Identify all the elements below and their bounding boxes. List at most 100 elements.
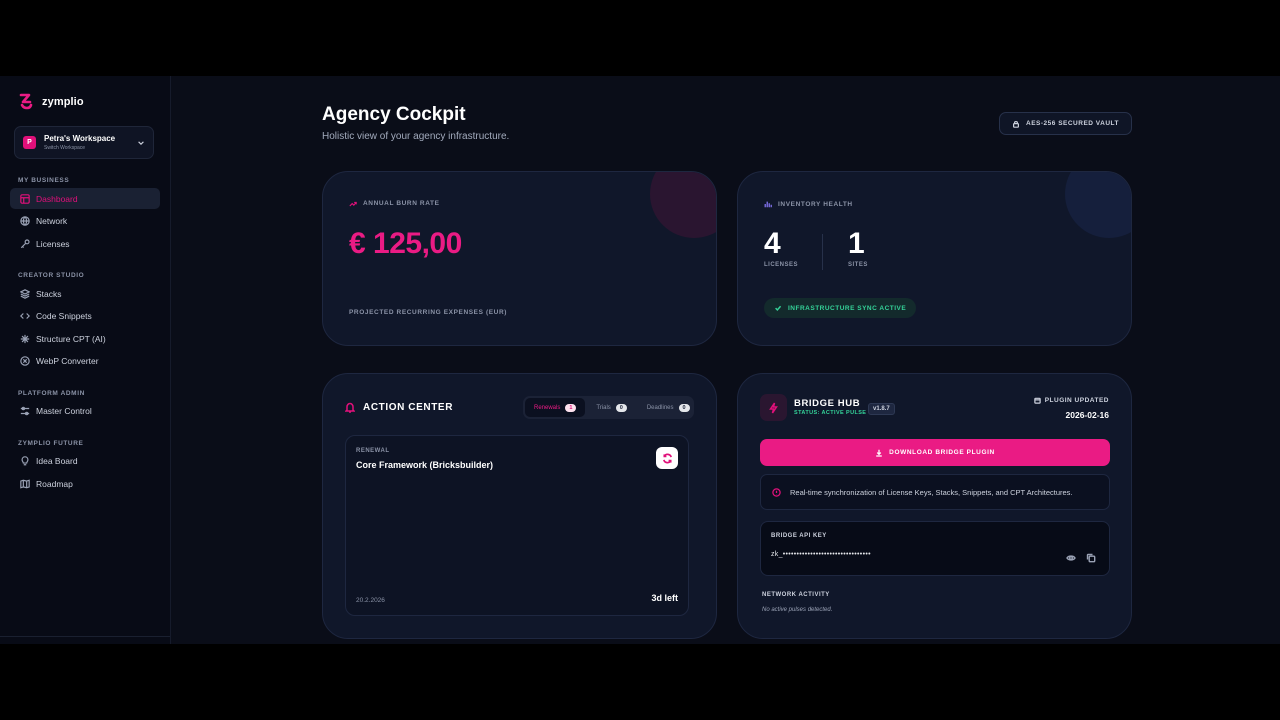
network-activity-label: NETWORK ACTIVITY bbox=[762, 592, 830, 598]
renewal-type: RENEWAL bbox=[356, 448, 390, 454]
sidebar-item-label: Licenses bbox=[36, 238, 70, 249]
inventory-header: INVENTORY HEALTH bbox=[764, 200, 853, 208]
renewal-date: 20.2.2026 bbox=[356, 597, 385, 604]
renew-button[interactable] bbox=[656, 447, 678, 469]
bridge-hub-card: BRIDGE HUB STATUS: ACTIVE PULSE v1.8.7 P… bbox=[737, 373, 1132, 639]
plugin-updated-text: PLUGIN UPDATED bbox=[1044, 397, 1109, 404]
download-label: DOWNLOAD BRIDGE PLUGIN bbox=[889, 449, 995, 456]
sidebar-item-label: Code Snippets bbox=[36, 311, 92, 321]
plugin-updated-label: PLUGIN UPDATED bbox=[1033, 397, 1109, 404]
sidebar-item-label: WebP Converter bbox=[36, 356, 99, 366]
renewal-name: Core Framework (Bricksbuilder) bbox=[356, 460, 494, 470]
sidebar-item-dashboard[interactable]: Dashboard bbox=[10, 188, 160, 209]
zymplio-logo-icon bbox=[19, 93, 33, 110]
sidebar-item-structure-cpt[interactable]: Structure CPT (AI) bbox=[10, 328, 160, 349]
trending-up-icon bbox=[349, 201, 357, 206]
calendar-icon bbox=[1033, 397, 1041, 404]
lock-icon bbox=[1013, 120, 1020, 128]
layers-icon bbox=[20, 288, 30, 299]
burn-rate-label: ANNUAL BURN RATE bbox=[363, 200, 440, 207]
download-bridge-plugin-button[interactable]: DOWNLOAD BRIDGE PLUGIN bbox=[760, 439, 1110, 466]
card-decoration bbox=[1065, 172, 1131, 238]
bar-chart-icon bbox=[764, 201, 772, 208]
copy-key-button[interactable] bbox=[1086, 550, 1096, 563]
api-key-value[interactable]: zk_•••••••••••••••••••••••••••••••• bbox=[771, 551, 871, 558]
sidebar-item-label: Network bbox=[36, 216, 68, 226]
sidebar-footer-divider bbox=[0, 636, 170, 637]
renewal-remaining: 3d left bbox=[651, 593, 678, 603]
sidebar-item-webp-converter[interactable]: WebP Converter bbox=[10, 351, 160, 372]
sidebar-item-roadmap[interactable]: Roadmap bbox=[10, 473, 160, 494]
sidebar-item-licenses[interactable]: Licenses bbox=[10, 233, 160, 254]
action-tabs: Renewals 1 Trials 0 Deadlines 0 bbox=[523, 396, 694, 419]
api-key-label: BRIDGE API KEY bbox=[771, 533, 827, 539]
sidebar-item-master-control[interactable]: Master Control bbox=[10, 401, 160, 422]
sidebar-item-label: Master Control bbox=[36, 406, 92, 416]
workspace-switcher[interactable]: P Petra's Workspace Switch Workspace bbox=[14, 126, 154, 159]
burn-rate-header: ANNUAL BURN RATE bbox=[349, 200, 440, 207]
code-icon bbox=[20, 313, 30, 319]
vault-label: AES-256 SECURED VAULT bbox=[1026, 120, 1119, 127]
sidebar-item-label: Structure CPT (AI) bbox=[36, 333, 106, 344]
workspace-avatar: P bbox=[23, 136, 36, 149]
stat-divider bbox=[822, 234, 823, 270]
bridge-hub-badge bbox=[760, 394, 787, 421]
page-subtitle: Holistic view of your agency infrastruct… bbox=[322, 131, 510, 142]
sites-stat: 1 SITES bbox=[848, 227, 868, 268]
sidebar-item-stacks[interactable]: Stacks bbox=[10, 283, 160, 304]
map-icon bbox=[20, 478, 30, 489]
sidebar-item-network[interactable]: Network bbox=[10, 211, 160, 232]
refresh-icon bbox=[662, 453, 672, 463]
page-title: Agency Cockpit bbox=[322, 104, 466, 125]
globe-icon bbox=[20, 216, 30, 226]
tab-count-badge: 1 bbox=[565, 403, 577, 412]
reveal-key-button[interactable] bbox=[1066, 550, 1076, 561]
sync-status-badge: INFRASTRUCTURE SYNC ACTIVE bbox=[764, 298, 917, 318]
section-my-business: MY BUSINESS bbox=[18, 177, 70, 184]
sidebar-item-code-snippets[interactable]: Code Snippets bbox=[10, 306, 160, 327]
sidebar-item-label: Dashboard bbox=[36, 193, 78, 204]
burn-rate-footnote: PROJECTED RECURRING EXPENSES (EUR) bbox=[349, 309, 508, 316]
eye-icon bbox=[1066, 555, 1076, 561]
inventory-health-card: INVENTORY HEALTH 4 LICENSES 1 SITES INFR… bbox=[737, 171, 1132, 346]
tab-renewals[interactable]: Renewals 1 bbox=[525, 398, 586, 417]
action-center-header: ACTION CENTER bbox=[345, 402, 453, 413]
sites-count: 1 bbox=[848, 227, 865, 260]
info-icon bbox=[772, 487, 781, 497]
tab-count-badge: 0 bbox=[678, 403, 690, 412]
section-zymplio-future: ZYMPLIO FUTURE bbox=[18, 439, 84, 447]
key-icon bbox=[20, 238, 30, 248]
sidebar-item-label: Idea Board bbox=[36, 456, 78, 466]
tab-trials[interactable]: Trials 0 bbox=[587, 398, 635, 417]
renewal-item[interactable]: RENEWAL Core Framework (Bricksbuilder) 2… bbox=[345, 435, 689, 616]
sidebar-item-label: Stacks bbox=[36, 288, 62, 299]
sites-label: SITES bbox=[848, 262, 868, 268]
lightbulb-icon bbox=[21, 456, 29, 466]
brand-name: zymplio bbox=[42, 96, 84, 108]
bridge-status: STATUS: ACTIVE PULSE bbox=[794, 410, 867, 416]
main-content: Agency Cockpit Holistic view of your age… bbox=[171, 76, 1280, 644]
sidebar-item-label: Roadmap bbox=[36, 478, 73, 489]
image-icon bbox=[20, 356, 30, 366]
brand-logo[interactable]: zymplio bbox=[10, 92, 160, 112]
tab-label: Trials bbox=[596, 404, 611, 411]
network-activity-empty: No active pulses detected. bbox=[762, 607, 833, 613]
api-key-panel: BRIDGE API KEY zk_••••••••••••••••••••••… bbox=[760, 521, 1110, 576]
sliders-icon bbox=[20, 406, 30, 416]
tab-deadlines[interactable]: Deadlines 0 bbox=[638, 398, 699, 417]
sidebar: zymplio P Petra's Workspace Switch Works… bbox=[0, 76, 171, 644]
sync-info-text: Real-time synchronization of License Key… bbox=[790, 487, 1073, 497]
workspace-switch-label: Switch Workspace bbox=[44, 144, 86, 151]
chevron-down-icon bbox=[138, 140, 144, 145]
action-center-card: ACTION CENTER Renewals 1 Trials 0 Deadli… bbox=[322, 373, 717, 639]
tab-label: Renewals bbox=[534, 404, 561, 411]
workspace-name: Petra's Workspace bbox=[44, 133, 116, 143]
licenses-stat: 4 LICENSES bbox=[764, 227, 798, 268]
bell-icon bbox=[345, 402, 355, 413]
sidebar-item-idea-board[interactable]: Idea Board bbox=[10, 451, 160, 472]
action-center-title: ACTION CENTER bbox=[363, 402, 454, 413]
licenses-count: 4 bbox=[764, 227, 781, 260]
plugin-updated-date: 2026-02-16 bbox=[1065, 410, 1109, 420]
lightning-icon bbox=[769, 402, 778, 413]
sparkle-icon bbox=[20, 334, 30, 343]
